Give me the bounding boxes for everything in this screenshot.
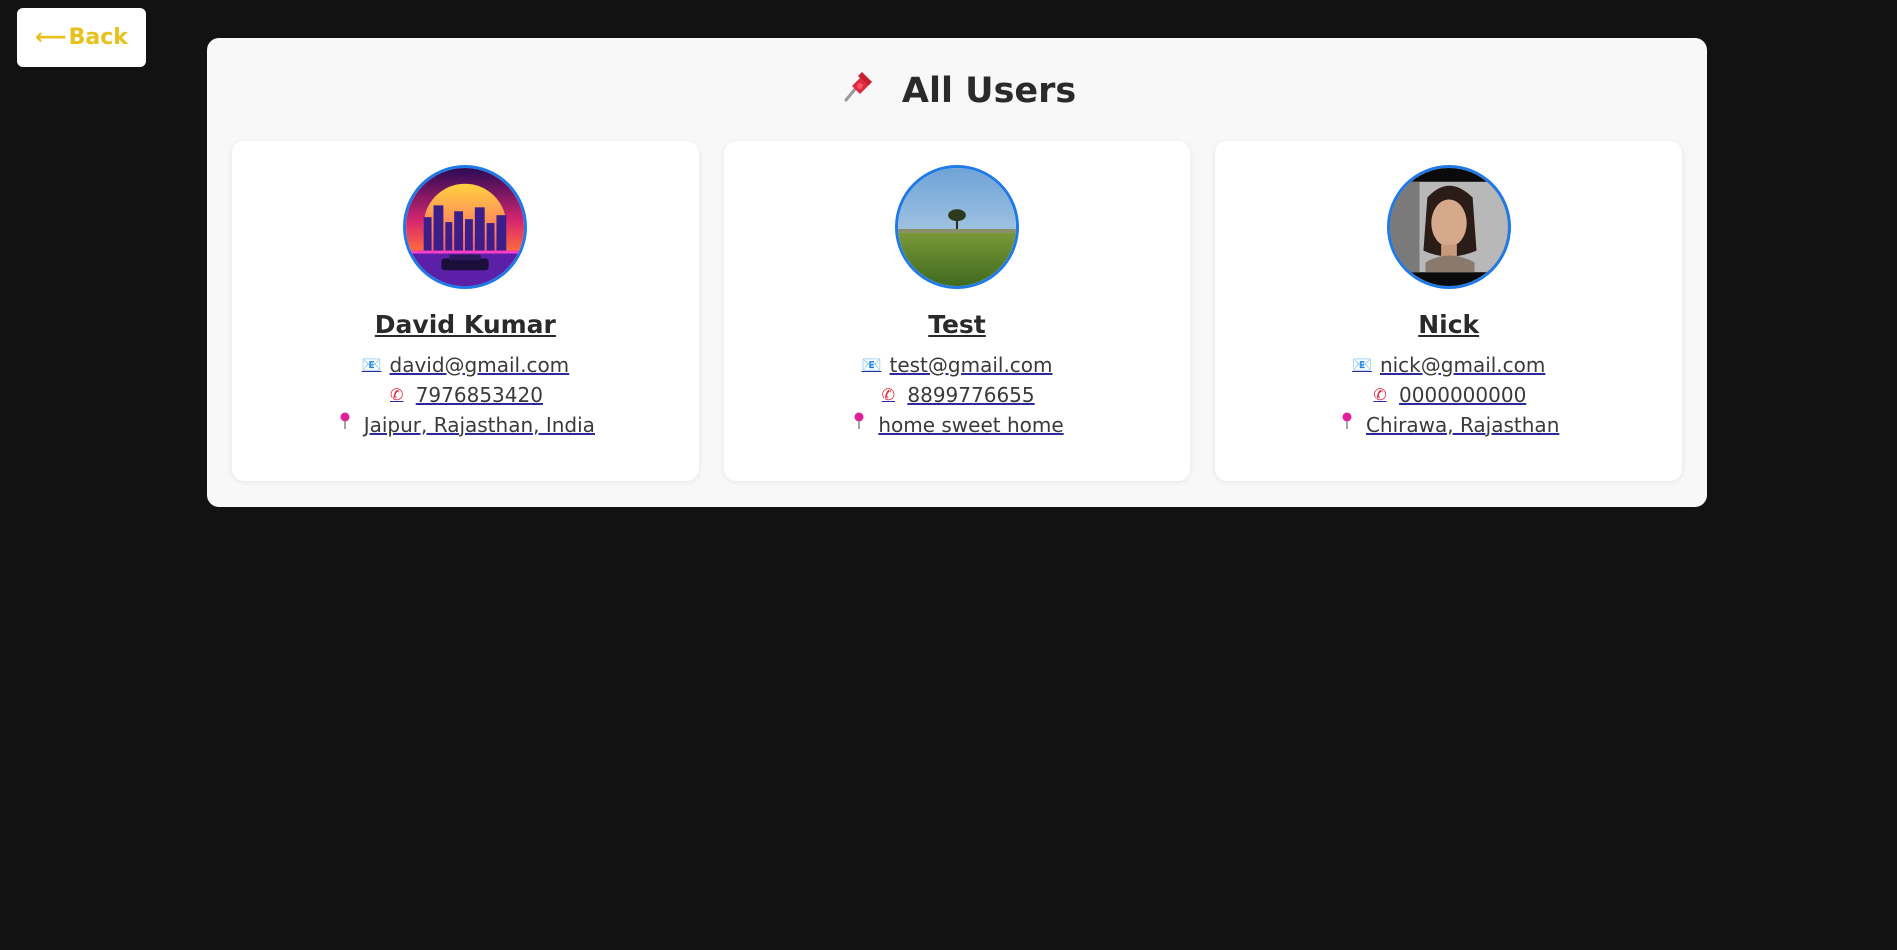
envelope-icon: 📧 [861,354,882,374]
tree-field-avatar [895,165,1019,289]
back-button-label: Back [68,25,128,50]
back-arrow-icon: ⟵ [35,25,67,50]
user-email-text: test@gmail.com [889,352,1053,377]
user-email-text: david@gmail.com [389,352,570,377]
user-phone-text: 7976853420 [415,382,543,407]
location-pin-icon [336,412,354,437]
users-panel: All Users David Kumar 📧 david@gmail.com … [207,38,1707,507]
user-email[interactable]: 📧 david@gmail.com [362,350,570,380]
page-title-text: All Users [901,71,1077,111]
user-location[interactable]: home sweet home [850,410,1064,440]
user-card: Nick 📧 nick@gmail.com ✆ 0000000000 Chira… [1215,141,1683,481]
location-pin-icon [1338,412,1356,437]
user-phone[interactable]: ✆ 8899776655 [879,380,1035,410]
user-location-text: Jaipur, Rajasthan, India [363,412,595,437]
synthwave-city-avatar [403,165,528,289]
page-title: All Users [207,68,1707,116]
envelope-icon: 📧 [361,354,382,374]
user-phone-text: 0000000000 [1399,382,1527,407]
user-email-text: nick@gmail.com [1379,352,1546,377]
phone-icon: ✆ [1373,384,1387,404]
user-phone[interactable]: ✆ 7976853420 [388,380,543,410]
user-location-text: home sweet home [878,412,1064,437]
user-email[interactable]: 📧 nick@gmail.com [1352,350,1545,380]
user-phone[interactable]: ✆ 0000000000 [1371,380,1526,410]
user-cards: David Kumar 📧 david@gmail.com ✆ 79768534… [232,141,1683,481]
portrait-avatar [1386,165,1511,289]
location-pin-icon [850,412,868,437]
phone-icon: ✆ [390,384,404,404]
user-name[interactable]: Nick [1418,309,1479,342]
phone-icon: ✆ [881,384,896,404]
user-location[interactable]: Chirawa, Rajasthan [1338,410,1559,440]
user-phone-text: 8899776655 [907,382,1035,407]
user-card: David Kumar 📧 david@gmail.com ✆ 79768534… [232,141,699,481]
user-name[interactable]: David Kumar [375,309,556,342]
pin-icon [838,68,876,116]
user-name[interactable]: Test [928,309,986,342]
back-button[interactable]: ⟵ Back [17,8,146,67]
user-email[interactable]: 📧 test@gmail.com [861,350,1052,380]
envelope-icon: 📧 [1351,354,1372,374]
user-location[interactable]: Jaipur, Rajasthan, India [336,410,595,440]
user-location-text: Chirawa, Rajasthan [1365,412,1560,437]
user-card: Test 📧 test@gmail.com ✆ 8899776655 home … [723,141,1191,481]
